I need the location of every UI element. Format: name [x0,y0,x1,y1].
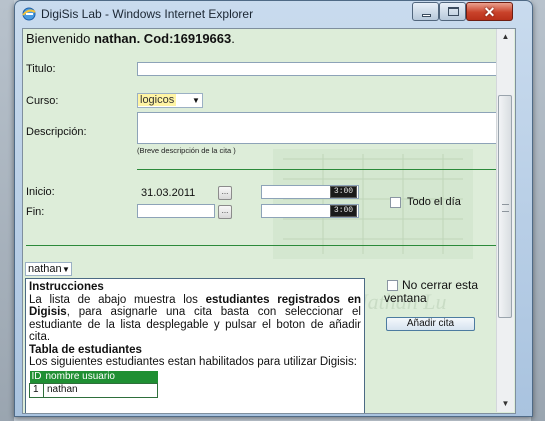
minimize-button[interactable] [412,2,439,21]
table-header-row: ID nombre usuario [29,370,158,384]
cell-nombre: nathan [43,383,158,398]
fin-time-value[interactable]: 3:00 [330,205,357,217]
welcome-prefix: Bienvenido [26,31,94,46]
table-row[interactable]: 1 nathan [29,383,158,398]
cell-id: 1 [29,383,44,398]
chevron-down-icon: ▼ [192,96,200,105]
scroll-down-icon[interactable]: ▼ [497,396,514,412]
divider-bottom [26,245,510,246]
curso-selected: logicos [138,94,177,106]
browser-window: DigiSis Lab - Windows Internet Explorer … [14,0,533,417]
titulo-label: Titulo: [26,63,56,75]
ie-icon [22,7,36,21]
maximize-icon [448,7,459,16]
inicio-date-input[interactable]: 31.03.2011 [137,185,215,199]
curso-select[interactable]: logicos ▼ [137,93,203,108]
grip-icon [502,204,509,212]
minimize-icon [422,14,431,17]
column-id: ID [29,370,44,384]
descripcion-hint: (Breve descripción de la cita ) [137,146,236,155]
desktop-background-right [531,0,545,421]
welcome-suffix: . [231,31,235,46]
scroll-up-icon[interactable]: ▲ [497,29,514,45]
title-bar[interactable]: DigiSis Lab - Windows Internet Explorer … [15,1,532,28]
instructions-text-c: , para asignarle una cita basta con sele… [29,306,361,343]
close-icon: ✕ [483,4,496,20]
todo-dia-checkbox[interactable] [390,197,401,208]
desktop-background-left [0,0,14,421]
window-title: DigiSis Lab - Windows Internet Explorer [41,7,254,21]
students-table: ID nombre usuario 1 nathan [29,370,158,398]
scroll-thumb[interactable] [498,95,512,318]
descripcion-label: Descripción: [26,126,87,138]
chevron-down-icon: ▼ [62,265,70,274]
welcome-text: Bienvenido nathan. Cod:16919663. [26,31,235,46]
close-button[interactable]: ✕ [466,2,513,21]
table-title: Tabla de estudiantes [29,343,142,356]
page-content: Nathan Lu Bienvenido nathan. Cod:1691966… [22,28,516,414]
fin-date-input[interactable] [137,204,215,218]
inicio-label: Inicio: [26,186,55,198]
column-nombre: nombre usuario [43,370,158,384]
todo-dia-label: Todo el día [407,196,461,208]
instructions-panel: Instrucciones La lista de abajo muestra … [25,278,365,413]
student-select[interactable]: nathan ▼ [25,262,72,276]
inicio-time-value[interactable]: 3:00 [330,186,357,198]
add-cita-button[interactable]: Añadir cita [386,317,475,331]
calendar-button[interactable]: ... [218,205,232,219]
curso-label: Curso: [26,95,59,107]
table-description: Los siguientes estudiantes estan habilit… [29,356,357,368]
titulo-input[interactable] [137,62,510,76]
calendar-button[interactable]: ... [218,186,232,200]
welcome-cod: . Cod:16919663 [136,31,232,46]
vertical-scrollbar[interactable]: ▲ ▼ [496,29,514,412]
welcome-user: nathan [93,31,137,46]
maximize-button[interactable] [439,2,466,21]
instructions-title: Instrucciones [29,281,104,293]
fin-label: Fin: [26,206,45,218]
no-cerrar-label: No cerrar esta ventana [384,278,479,305]
instructions-paragraph: La lista de abajo muestra los estudiante… [29,294,361,344]
descripcion-textarea[interactable] [137,112,510,144]
instructions-text-a: La lista de abajo muestra los [29,293,206,306]
divider-top [137,169,510,170]
student-selected: nathan [28,263,62,275]
